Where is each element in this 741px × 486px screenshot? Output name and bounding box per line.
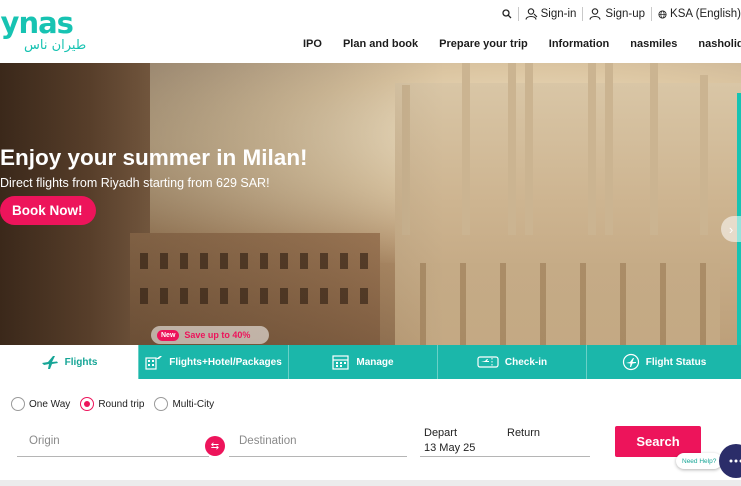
tab-flights-hotel-packages[interactable]: Flights+Hotel/Packages [138, 345, 288, 379]
depart-label: Depart [424, 427, 458, 439]
need-help-bubble[interactable]: Need Help? [676, 453, 723, 469]
booking-tabs: Flights Flights+Hotel/Packages Manage Ch… [0, 345, 741, 379]
radio-label: Multi-City [172, 398, 215, 410]
divider [651, 7, 653, 21]
return-label: Return [507, 427, 541, 439]
nav-item-ipo[interactable]: IPO [303, 38, 322, 50]
globe-icon [658, 9, 667, 19]
locale-label: KSA (English) [670, 8, 741, 20]
swap-icon: ⇆ [210, 440, 220, 452]
hero-banner[interactable]: Enjoy your summer in Milan! Direct fligh… [0, 63, 741, 385]
trip-type-multi-city[interactable]: Multi-City [154, 397, 214, 411]
trip-type-one-way[interactable]: One Way [11, 397, 70, 411]
tab-label: Check-in [504, 356, 548, 368]
logo-wordmark: flynas [0, 6, 74, 40]
hotel-icon [145, 356, 163, 370]
site-header: flynas طيران ناس Sign-in Sign-up KSA (En… [0, 0, 741, 62]
trip-type-round-trip[interactable]: Round trip [80, 397, 144, 411]
tab-label: Flights+Hotel/Packages [169, 356, 282, 368]
nav-item-nasholiday[interactable]: nasholiday [698, 38, 741, 50]
divider [517, 7, 519, 21]
origin-field[interactable]: Origin [17, 435, 209, 457]
nav-item-plan-and-book[interactable]: Plan and book [343, 38, 418, 50]
signup-link[interactable]: Sign-up [589, 8, 645, 20]
radio-button[interactable] [80, 397, 95, 411]
radio-button[interactable] [11, 397, 25, 411]
radio-button[interactable] [154, 397, 169, 411]
signin-link[interactable]: Sign-in [525, 8, 577, 20]
hero-title: Enjoy your summer in Milan! [0, 145, 308, 170]
tab-label: Flights [64, 356, 98, 368]
nav-item-prepare-your-trip[interactable]: Prepare your trip [439, 38, 528, 50]
signup-label: Sign-up [605, 8, 646, 20]
nav-item-information[interactable]: Information [549, 38, 610, 50]
locale-selector[interactable]: KSA (English) [658, 8, 741, 20]
destination-placeholder: Destination [239, 435, 297, 447]
tab-label: Manage [356, 356, 394, 368]
new-badge: New [157, 329, 180, 341]
radio-label: One Way [29, 398, 71, 410]
chat-icon [729, 459, 741, 463]
tab-flights[interactable]: Flights [0, 345, 138, 379]
tab-label: Flight Status [645, 356, 707, 368]
booking-panel: One Way Round trip Multi-City Origin ⇆ D… [0, 379, 741, 486]
hero-overlay [0, 63, 741, 385]
ticket-icon [477, 356, 499, 368]
origin-placeholder: Origin [29, 435, 60, 447]
divider [582, 7, 584, 21]
panel-shadow [0, 480, 741, 486]
user-add-icon [589, 8, 601, 20]
user-icon [525, 8, 537, 20]
calendar-icon [332, 355, 349, 370]
trip-type-group: One Way Round trip Multi-City [11, 397, 214, 411]
tab-manage[interactable]: Manage [288, 345, 437, 379]
destination-field[interactable]: Destination [229, 435, 407, 457]
utility-bar: Sign-in Sign-up KSA (English) [501, 5, 741, 23]
signin-label: Sign-in [540, 8, 577, 20]
tab-flight-status[interactable]: Flight Status [586, 345, 741, 379]
search-icon [501, 9, 512, 19]
flight-status-icon [622, 353, 639, 371]
search-button[interactable] [501, 9, 512, 19]
book-now-button[interactable]: Book Now! [0, 196, 96, 225]
flynas-logo[interactable]: flynas طيران ناس [0, 6, 90, 58]
promo-text: Save up to 40% [184, 330, 251, 340]
chevron-right-icon: › [728, 221, 734, 237]
swap-route-button[interactable]: ⇆ [205, 436, 225, 456]
radio-label: Round trip [98, 398, 145, 410]
nav-item-nasmiles[interactable]: nasmiles [630, 38, 677, 50]
promo-pill[interactable]: New Save up to 40% [151, 326, 269, 344]
date-picker[interactable]: Depart 13 May 25 Return [420, 427, 590, 457]
tab-check-in[interactable]: Check-in [437, 345, 586, 379]
main-navigation: IPO Plan and book Prepare your trip Info… [303, 38, 741, 50]
depart-value: 13 May 25 [424, 442, 476, 454]
carousel-next-button[interactable]: › [721, 216, 741, 242]
logo-arabic: طيران ناس [24, 38, 87, 53]
hero-subtitle: Direct flights from Riyadh starting from… [0, 176, 270, 190]
plane-icon [41, 356, 58, 369]
